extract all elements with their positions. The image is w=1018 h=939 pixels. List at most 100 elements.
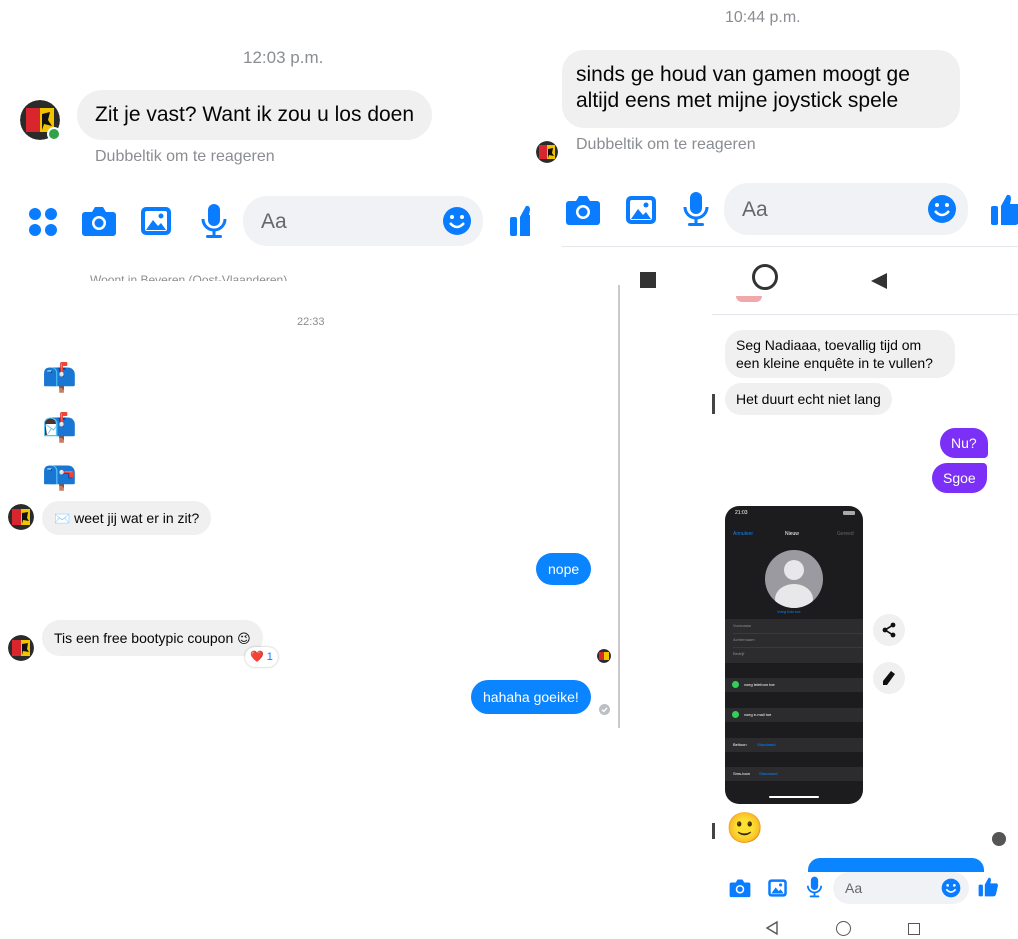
microphone-icon[interactable] <box>806 876 823 898</box>
seen-avatar <box>597 649 611 663</box>
status-time: 21:03 <box>735 510 748 516</box>
form-fields: Voornaam Achternaam Bedrijf <box>725 619 863 663</box>
input-placeholder: Aa <box>845 880 863 896</box>
recents-nav-icon[interactable] <box>640 272 656 288</box>
online-status-dot <box>47 127 61 141</box>
wink-emoji: 😉 <box>237 631 251 646</box>
emoji-icon[interactable] <box>442 206 472 236</box>
message-input[interactable]: Aa <box>833 872 969 904</box>
incoming-message-bubble[interactable]: Tis een free bootypic coupon 😉 <box>42 620 263 656</box>
sms-row: Sms-toon Standaard <box>725 767 863 781</box>
smile-emoji[interactable]: 🙂 <box>726 812 763 846</box>
image-icon[interactable] <box>767 878 788 898</box>
image-icon[interactable] <box>139 205 173 237</box>
back-nav-icon[interactable] <box>765 921 779 935</box>
avatar-stub <box>712 394 715 414</box>
emoji-icon[interactable] <box>941 878 961 898</box>
microphone-icon[interactable] <box>200 203 228 239</box>
sheet-title: Nieuw <box>785 531 799 537</box>
share-icon <box>882 622 896 638</box>
add-email-label: voeg e-mail toe <box>744 712 772 717</box>
header-divider <box>712 314 1018 315</box>
incoming-message-bubble[interactable]: sinds ge houd van gamen moogt ge altijd … <box>562 50 960 128</box>
incoming-message-bubble[interactable]: ✉️ weet jij wat er in zit? <box>42 501 212 535</box>
message-input[interactable]: Aa <box>724 183 968 235</box>
ringtone-label: Beltoon <box>733 742 747 747</box>
first-name-field: Voornaam <box>733 623 752 628</box>
image-icon[interactable] <box>624 194 658 226</box>
mailbox-emoji-2[interactable]: 📬 <box>42 412 77 444</box>
share-button[interactable] <box>873 614 905 646</box>
avatar-stub <box>712 823 715 839</box>
top-avatar-cut <box>736 296 762 302</box>
message-text: Tis een free bootypic coupon <box>54 630 234 646</box>
recents-nav-icon[interactable] <box>908 923 920 935</box>
sms-label: Sms-toon <box>733 771 751 776</box>
last-name-field: Achternaam <box>733 637 755 642</box>
contact-avatar <box>8 635 34 661</box>
add-photo-link: Voeg foto toe <box>777 609 801 614</box>
cancel-link: Annuleer <box>733 531 754 537</box>
add-phone-row: voeg telefoon toe <box>725 678 863 692</box>
status-icons <box>843 511 855 515</box>
mailbox-emoji-3[interactable]: 📪 <box>42 460 77 492</box>
double-tap-hint: Dubbeltik om te reageren <box>95 148 275 165</box>
home-nav-icon[interactable] <box>836 921 851 936</box>
heart-reaction: ❤️ <box>250 651 264 663</box>
message-line: Seg Nadiaaa, toevallig tijd om <box>736 337 922 353</box>
grid-icon[interactable] <box>28 207 58 237</box>
double-tap-hint: Dubbeltik om te reageren <box>576 136 756 153</box>
contact-avatar <box>8 504 34 530</box>
incoming-message-bubble[interactable]: Het duurt echt niet lang <box>725 383 892 415</box>
chat-panel-bottom-right: Seg Nadiaaa, toevallig tijd om een klein… <box>712 296 1018 939</box>
company-field: Bedrijf <box>733 651 745 656</box>
done-link: Gereed <box>837 531 854 537</box>
input-placeholder: Aa <box>742 198 768 221</box>
outgoing-message-bubble[interactable]: nope <box>536 553 592 585</box>
camera-icon[interactable] <box>81 205 117 237</box>
incoming-message-bubble[interactable]: Zit je vast? Want ik zou u los doen <box>77 90 433 140</box>
camera-icon[interactable] <box>565 194 601 226</box>
outgoing-message-bubble[interactable]: Sgoe <box>932 463 987 493</box>
home-nav-icon[interactable] <box>752 264 778 290</box>
reaction-count: 1 <box>266 651 273 663</box>
add-email-row: voeg e-mail toe <box>725 708 863 722</box>
pencil-icon <box>883 671 895 685</box>
contact-avatar-small <box>536 141 558 163</box>
microphone-icon[interactable] <box>682 191 710 227</box>
profile-subtitle-cut: Woont in Beveren (Oost-Vlaanderen) <box>90 273 288 281</box>
message-timestamp: 22:33 <box>297 316 325 328</box>
sent-check-icon <box>599 704 610 715</box>
edit-button[interactable] <box>873 662 905 694</box>
chat-panel-top-left: 12:03 p.m. Zit je vast? Want ik zou u lo… <box>0 0 560 262</box>
message-timestamp: 10:44 p.m. <box>725 9 801 26</box>
camera-icon[interactable] <box>729 878 751 898</box>
emoji-icon[interactable] <box>927 194 957 224</box>
thumbs-up-icon[interactable] <box>978 876 999 897</box>
chat-panel-bottom-left: Woont in Beveren (Oost-Vlaanderen) 22:33… <box>0 262 620 939</box>
outgoing-message-bubble[interactable]: hahaha goeike! <box>471 680 591 714</box>
thumbs-up-icon[interactable] <box>990 192 1018 226</box>
message-line: altijd eens met mijne joystick spele <box>576 89 899 112</box>
back-nav-icon[interactable] <box>870 272 888 290</box>
mailbox-emoji-1[interactable]: 📫 <box>42 362 77 394</box>
panel-divider <box>562 246 1018 247</box>
message-line: een kleine enquête in te vullen? <box>736 355 933 371</box>
outgoing-message-bubble[interactable]: Nu? <box>940 428 988 458</box>
outgoing-bubble-cut <box>808 858 984 872</box>
ringtone-value: Standaard <box>757 742 776 747</box>
reaction-badge[interactable]: ❤️ 1 <box>245 647 278 667</box>
message-input[interactable]: Aa <box>243 196 483 246</box>
add-phone-label: voeg telefoon toe <box>744 682 775 687</box>
incoming-message-bubble[interactable]: Seg Nadiaaa, toevallig tijd om een klein… <box>725 330 955 378</box>
chat-panel-top-right: 10:44 p.m. sinds ge houd van gamen moogt… <box>530 0 1018 290</box>
seen-avatar <box>992 832 1006 846</box>
shared-screenshot-image[interactable]: 21:03 Annuleer Nieuw Gereed Voeg foto to… <box>725 506 863 804</box>
message-text: weet jij wat er in zit? <box>74 510 200 526</box>
message-line: sinds ge houd van gamen moogt ge <box>576 63 910 86</box>
message-timestamp: 12:03 p.m. <box>243 48 324 67</box>
envelope-emoji: ✉️ <box>54 511 71 526</box>
contact-photo-placeholder <box>765 550 823 608</box>
home-indicator <box>769 796 819 798</box>
input-placeholder: Aa <box>261 210 287 233</box>
